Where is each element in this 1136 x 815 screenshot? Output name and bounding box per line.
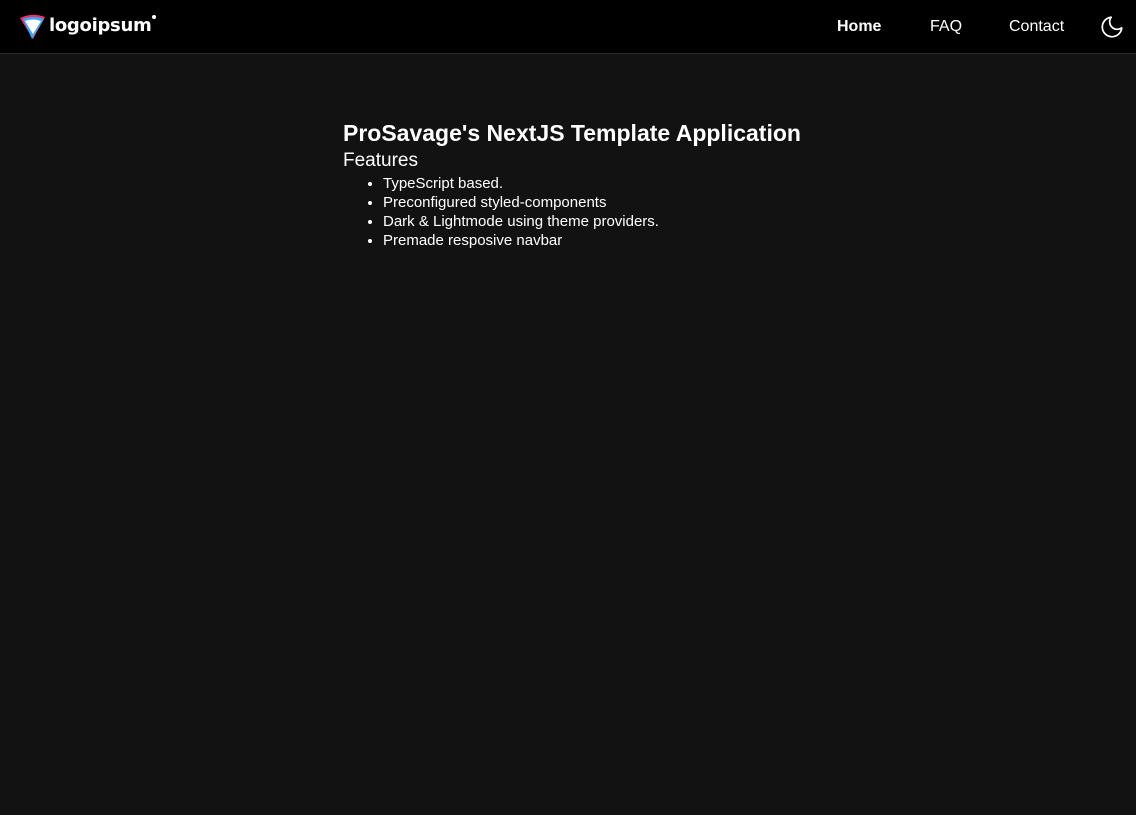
navbar: logoipsum Home FAQ Contact bbox=[0, 0, 1136, 54]
list-item: Preconfigured styled-components bbox=[383, 193, 943, 212]
theme-toggle-button[interactable] bbox=[1099, 14, 1125, 40]
nav-link-home[interactable]: Home bbox=[837, 17, 881, 37]
nav-link-contact[interactable]: Contact bbox=[1009, 17, 1064, 37]
nav-link-faq[interactable]: FAQ bbox=[930, 17, 962, 37]
features-heading: Features bbox=[343, 150, 418, 171]
moon-icon bbox=[1101, 16, 1123, 38]
list-item: Dark & Lightmode using theme providers. bbox=[383, 212, 943, 231]
page-title: ProSavage's NextJS Template Application bbox=[343, 120, 801, 146]
list-item: Premade resposive navbar bbox=[383, 231, 943, 250]
features-list: TypeScript based. Preconfigured styled-c… bbox=[343, 174, 943, 250]
list-item: TypeScript based. bbox=[383, 174, 943, 193]
nav-links: Home FAQ Contact bbox=[0, 0, 1136, 53]
main-content: ProSavage's NextJS Template Application … bbox=[343, 118, 943, 250]
